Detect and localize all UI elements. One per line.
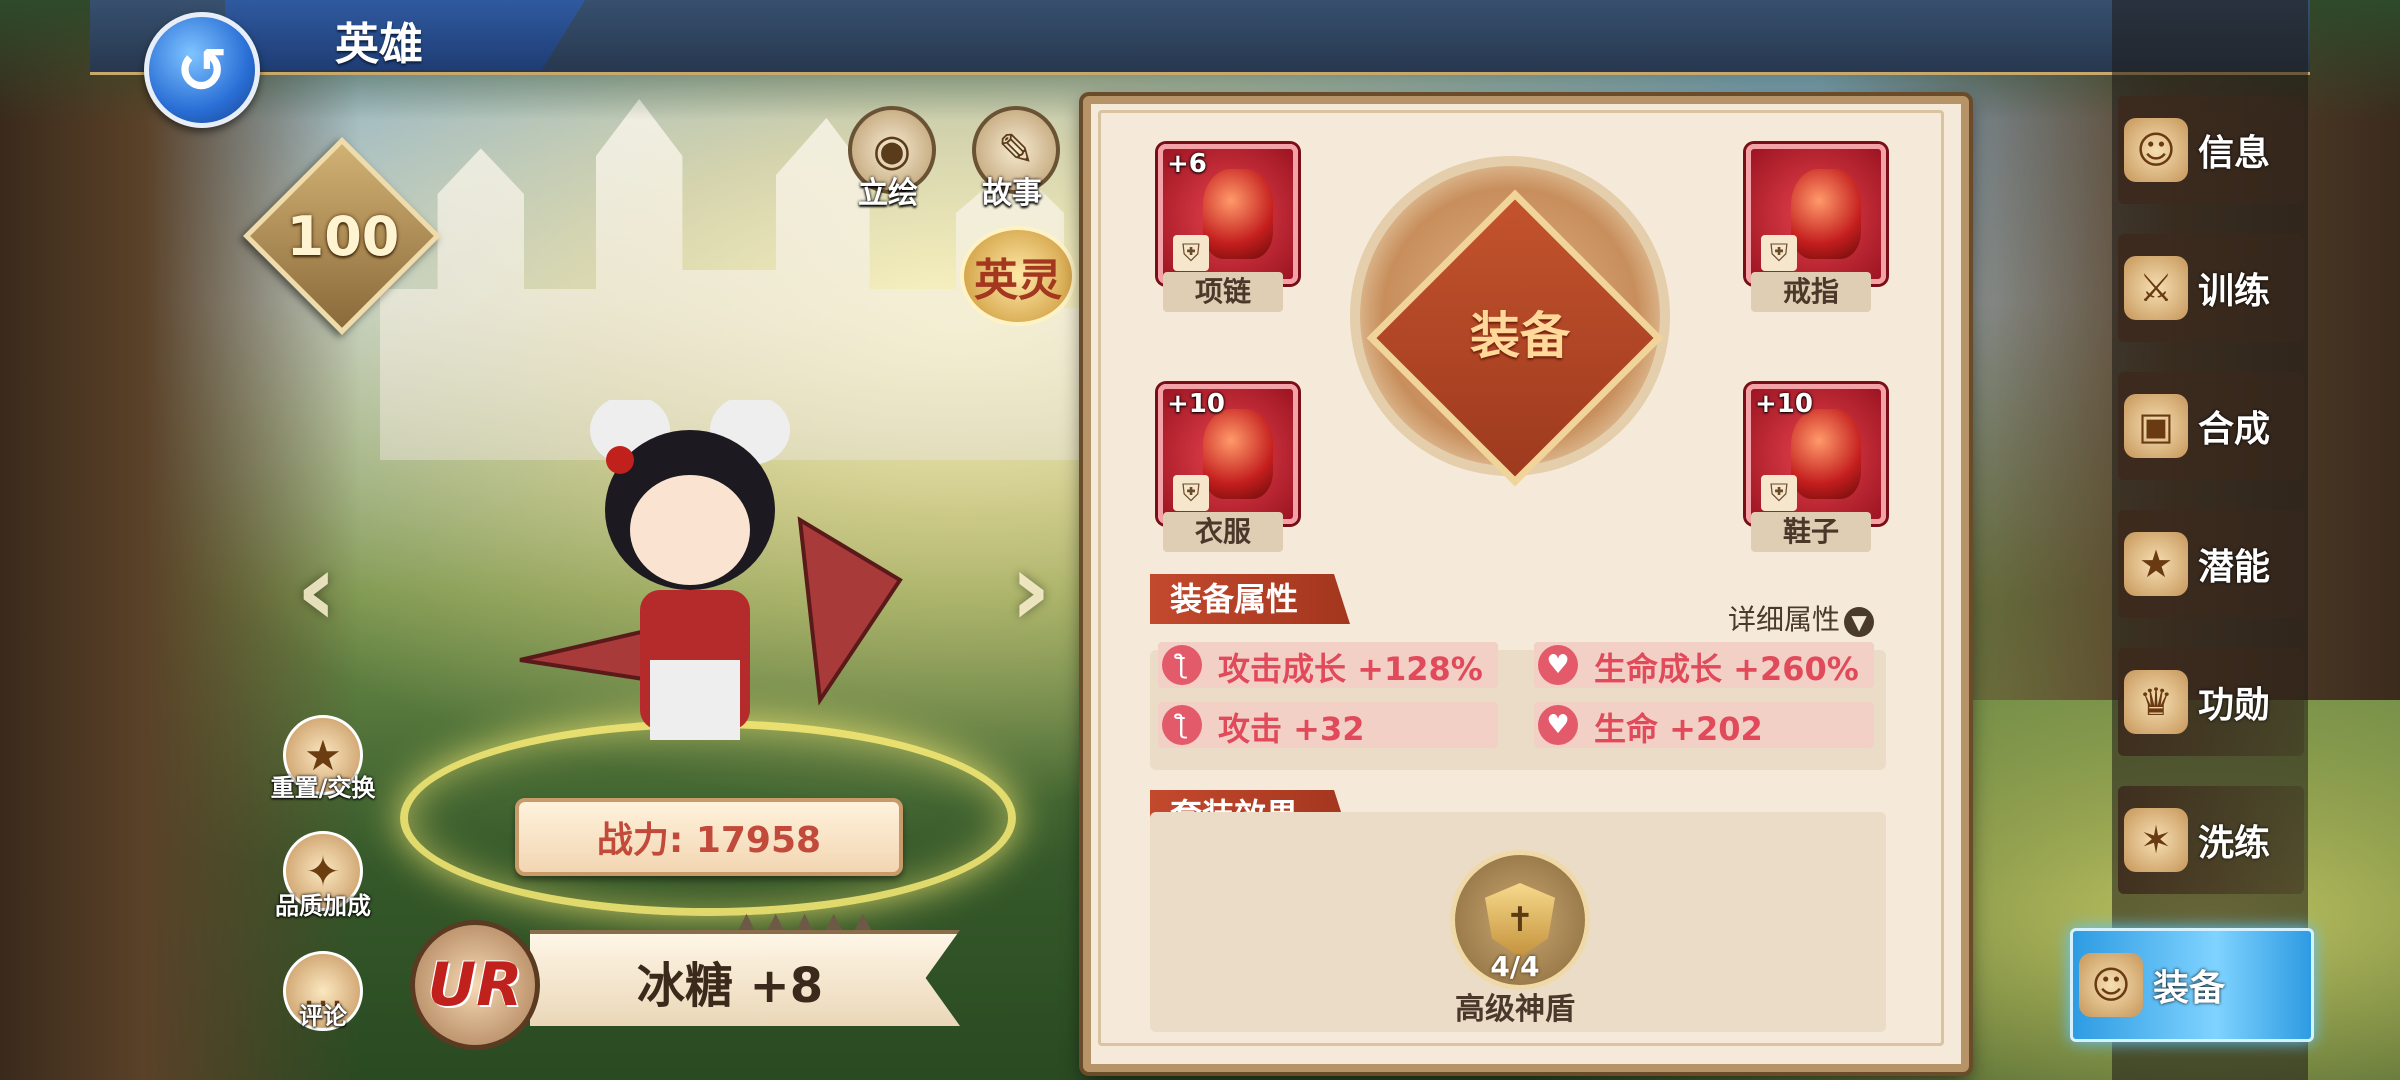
nav-merit[interactable]: ♛ 功勋 bbox=[2118, 648, 2304, 756]
slot-shoes[interactable]: +10 ⛨ bbox=[1746, 384, 1886, 524]
hero-character bbox=[519, 400, 903, 740]
nav-compose[interactable]: ▣ 合成 bbox=[2118, 372, 2304, 480]
prev-hero-arrow[interactable]: ‹ bbox=[296, 540, 356, 640]
nav-equip[interactable]: ☺ 装备 bbox=[2070, 928, 2314, 1042]
attr-section-title: 装备属性 bbox=[1150, 574, 1350, 624]
hero-skirt bbox=[650, 660, 740, 740]
quality-bonus-label: 品质加成 bbox=[275, 892, 371, 920]
nav-compose-label: 合成 bbox=[2198, 409, 2271, 450]
nav-potential-label: 潜能 bbox=[2198, 547, 2271, 588]
train-icon: ⚔ bbox=[2124, 256, 2188, 320]
rarity-badge: UR bbox=[410, 920, 540, 1050]
nav-info-label: 信息 bbox=[2198, 133, 2271, 174]
right-fan bbox=[797, 516, 903, 706]
hero-name: 冰糖 +8 bbox=[636, 958, 824, 1014]
yingling-button[interactable]: 英灵 bbox=[960, 226, 1076, 326]
clothes-item-icon bbox=[1203, 409, 1273, 499]
nav-refine-label: 洗练 bbox=[2198, 823, 2271, 864]
slot-clothes[interactable]: +10 ⛨ bbox=[1158, 384, 1298, 524]
nav-train[interactable]: ⚔ 训练 bbox=[2118, 234, 2304, 342]
slot-necklace[interactable]: +6 ⛨ bbox=[1158, 144, 1298, 284]
clothes-enhance-level: +10 bbox=[1167, 389, 1225, 419]
story-label: 故事 bbox=[982, 176, 1042, 211]
page-title: 英雄 bbox=[335, 19, 423, 70]
heart-icon: ♥ bbox=[1538, 645, 1578, 685]
portrait-label: 立绘 bbox=[858, 176, 918, 211]
detail-attributes-label: 详细属性 bbox=[1728, 603, 1841, 636]
rarity-text: UR bbox=[427, 950, 523, 1020]
equip-icon: ☺ bbox=[2079, 953, 2143, 1017]
shield-icon: ⛨ bbox=[1761, 235, 1797, 271]
level-value: 100 bbox=[286, 205, 400, 268]
stat-attack: ƪ 攻击 +32 bbox=[1158, 702, 1498, 748]
nav-train-label: 训练 bbox=[2198, 271, 2271, 312]
ring-item-icon bbox=[1791, 169, 1861, 259]
comment-label: 评论 bbox=[299, 1002, 347, 1030]
reset-exchange-label: 重置/交换 bbox=[270, 774, 376, 802]
yingling-label: 英灵 bbox=[974, 255, 1062, 306]
shield-icon: ⛨ bbox=[1173, 235, 1209, 271]
hero-face bbox=[630, 475, 750, 585]
stat-attack-text: 攻击 +32 bbox=[1218, 710, 1365, 748]
attack-icon: ƪ bbox=[1162, 645, 1202, 685]
chevron-down-icon: ▼ bbox=[1844, 607, 1875, 637]
back-arrow-icon: ↺ bbox=[176, 33, 228, 107]
slot-clothes-label: 衣服 bbox=[1163, 512, 1283, 552]
power-value: 战力: 17958 bbox=[596, 820, 822, 861]
set-progress: 4/4 bbox=[1490, 950, 1540, 983]
back-button[interactable]: ↺ bbox=[144, 12, 260, 128]
nav-merit-label: 功勋 bbox=[2198, 685, 2271, 726]
detail-attributes-toggle[interactable]: 详细属性 ▼ bbox=[1728, 598, 1875, 638]
stat-hp-growth-text: 生命成长 +260% bbox=[1594, 650, 1859, 688]
shoes-item-icon bbox=[1791, 409, 1861, 499]
heart-icon: ♥ bbox=[1538, 705, 1578, 745]
stat-attack-growth-text: 攻击成长 +128% bbox=[1218, 650, 1483, 688]
stat-hp: ♥ 生命 +202 bbox=[1534, 702, 1874, 748]
nav-refine[interactable]: ✶ 洗练 bbox=[2118, 786, 2304, 894]
slot-necklace-label: 项链 bbox=[1163, 272, 1283, 312]
shoes-enhance-level: +10 bbox=[1755, 389, 1813, 419]
hair-flower bbox=[606, 446, 634, 474]
set-shield-icon: ✝ bbox=[1485, 883, 1555, 957]
shield-icon: ⛨ bbox=[1173, 475, 1209, 511]
stat-attack-growth: ƪ 攻击成长 +128% bbox=[1158, 642, 1498, 688]
nav-equip-label: 装备 bbox=[2153, 968, 2226, 1009]
necklace-enhance-level: +6 bbox=[1167, 149, 1207, 179]
info-icon: ☺ bbox=[2124, 118, 2188, 182]
necklace-item-icon bbox=[1203, 169, 1273, 259]
next-hero-arrow[interactable]: › bbox=[1010, 540, 1070, 640]
left-fan bbox=[519, 627, 652, 683]
potential-icon: ★ bbox=[2124, 532, 2188, 596]
slot-ring-label: 戒指 bbox=[1751, 272, 1871, 312]
equipment-emblem-label: 装备 bbox=[1470, 307, 1570, 365]
stat-hp-text: 生命 +202 bbox=[1594, 710, 1763, 748]
nav-potential[interactable]: ★ 潜能 bbox=[2118, 510, 2304, 618]
compose-icon: ▣ bbox=[2124, 394, 2188, 458]
set-name: 高级神盾 bbox=[1455, 992, 1575, 1027]
attack-icon: ƪ bbox=[1162, 705, 1202, 745]
slot-ring[interactable]: ⛨ bbox=[1746, 144, 1886, 284]
slot-shoes-label: 鞋子 bbox=[1751, 512, 1871, 552]
merit-icon: ♛ bbox=[2124, 670, 2188, 734]
power-plate: 战力: 17958 bbox=[515, 798, 903, 876]
shield-icon: ⛨ bbox=[1761, 475, 1797, 511]
refine-icon: ✶ bbox=[2124, 808, 2188, 872]
nav-info[interactable]: ☺ 信息 bbox=[2118, 96, 2304, 204]
stat-hp-growth: ♥ 生命成长 +260% bbox=[1534, 642, 1874, 688]
